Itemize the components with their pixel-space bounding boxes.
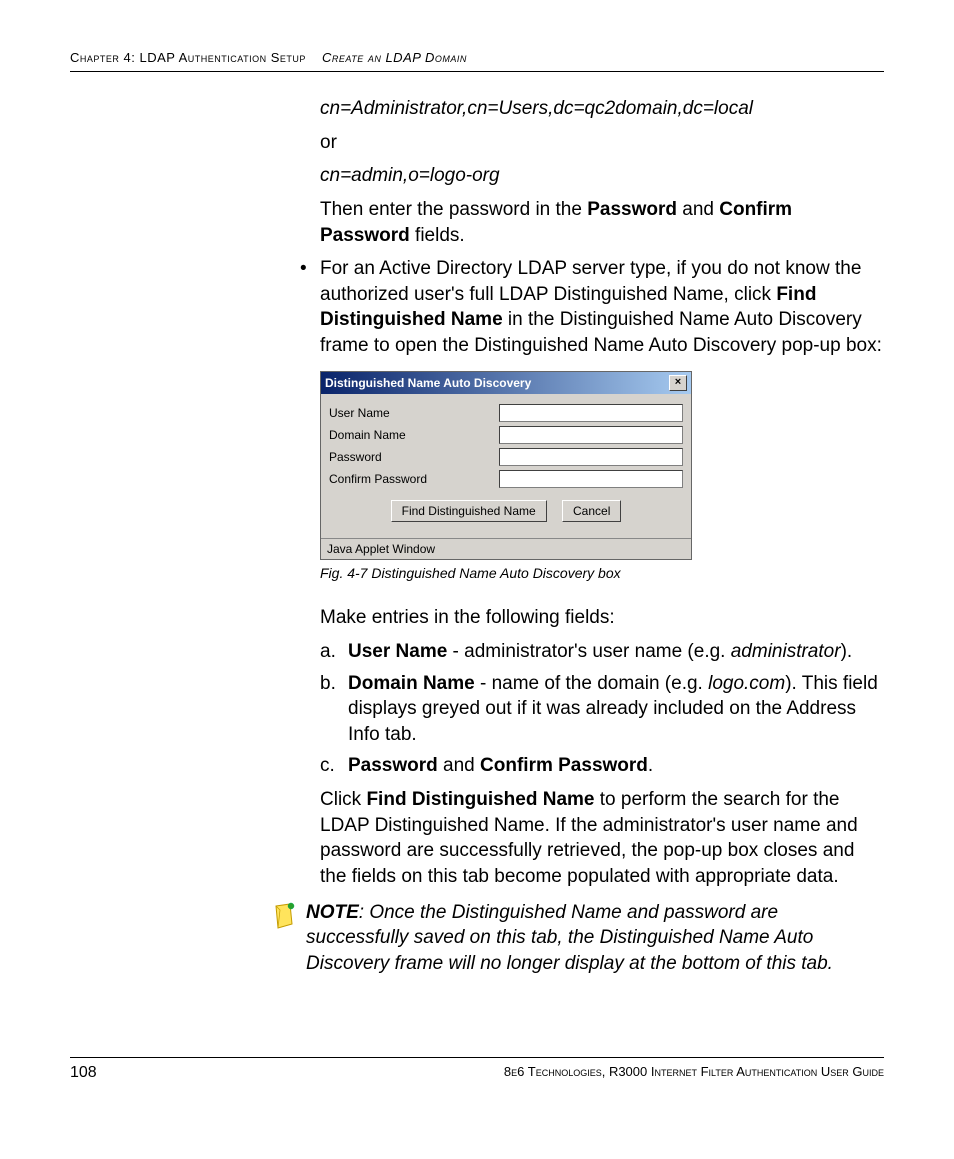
find-distinguished-name-button[interactable]: Find Distinguished Name [391,500,547,522]
cancel-button[interactable]: Cancel [562,500,621,522]
dialog-title-text: Distinguished Name Auto Discovery [325,375,669,391]
close-icon[interactable]: × [669,375,687,391]
note-block: NOTE: Once the Distinguished Name and pa… [270,900,884,977]
label-confirm-password: Confirm Password [329,471,499,487]
body-content: cn=Administrator,cn=Users,dc=qc2domain,d… [320,96,884,890]
password-instruction: Then enter the password in the Password … [320,197,884,248]
page-number: 108 [70,1064,97,1082]
page-footer: 108 8e6 Technologies, R3000 Internet Fil… [70,1057,884,1082]
dialog-titlebar: Distinguished Name Auto Discovery × [321,372,691,394]
header-section: Create an LDAP Domain [322,50,467,65]
header-chapter: Chapter 4: LDAP Authentication Setup [70,50,306,65]
confirm-password-input[interactable] [499,470,683,488]
user-name-input[interactable] [499,404,683,422]
password-input[interactable] [499,448,683,466]
label-password: Password [329,449,499,465]
make-entries-text: Make entries in the following fields: [320,605,884,631]
list-item-b: b. Domain Name - name of the domain (e.g… [320,671,884,748]
note-text: NOTE: Once the Distinguished Name and pa… [306,900,884,977]
list-item-a: a. User Name - administrator's user name… [320,639,884,665]
dn-example-1: cn=Administrator,cn=Users,dc=qc2domain,d… [320,96,884,122]
domain-name-input[interactable] [499,426,683,444]
dialog-body: User Name Domain Name Password Confirm P… [321,394,691,538]
note-icon [270,900,306,977]
field-list: a. User Name - administrator's user name… [320,639,884,779]
dn-example-2: cn=admin,o=logo-org [320,163,884,189]
dialog-status-bar: Java Applet Window [321,538,691,559]
bullet-find-dn: • For an Active Directory LDAP server ty… [300,256,884,359]
page-header: Chapter 4: LDAP Authentication Setup Cre… [70,50,884,72]
list-item-c: c. Password and Confirm Password. [320,753,884,779]
footer-product-line: 8e6 Technologies, R3000 Internet Filter … [97,1064,884,1082]
click-find-dn-text: Click Find Distinguished Name to perform… [320,787,884,890]
dn-auto-discovery-dialog: Distinguished Name Auto Discovery × User… [320,371,692,561]
label-user-name: User Name [329,405,499,421]
label-domain-name: Domain Name [329,427,499,443]
figure-caption: Fig. 4-7 Distinguished Name Auto Discove… [320,564,884,583]
or-text: or [320,130,884,156]
